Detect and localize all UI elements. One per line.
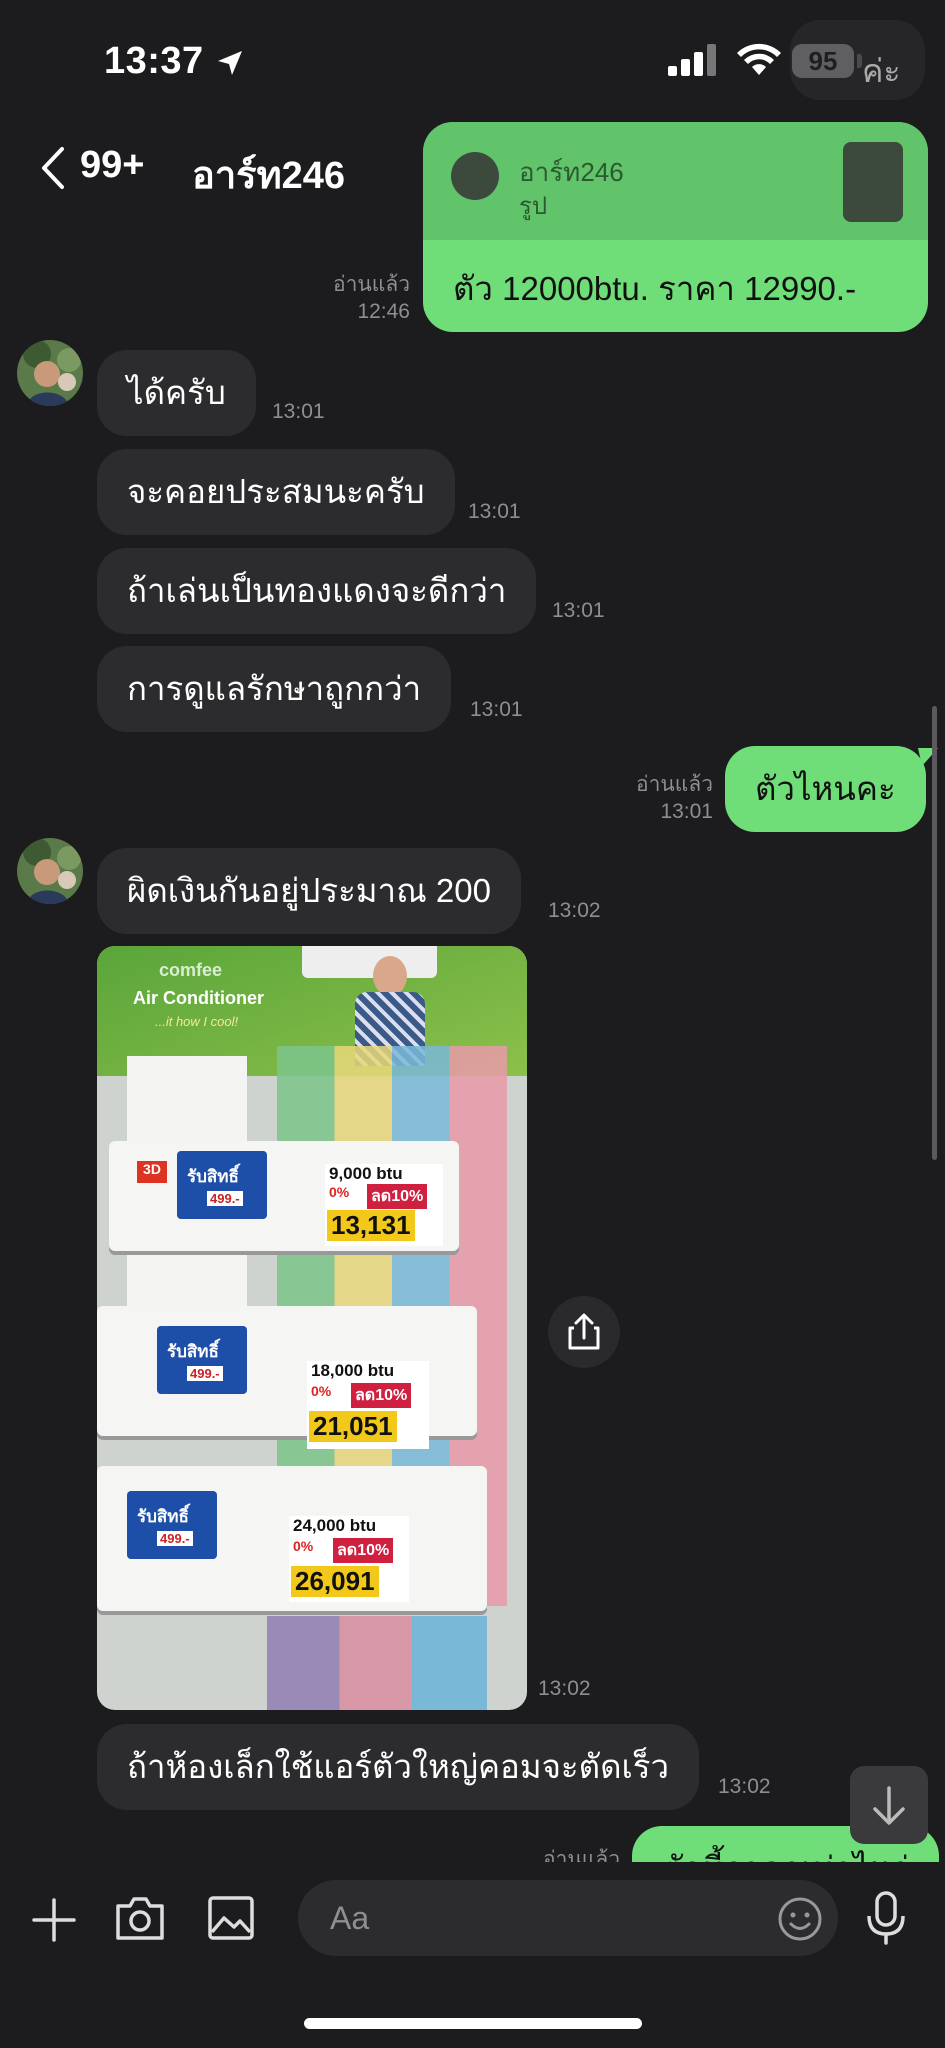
reply-preview-thumb bbox=[843, 142, 903, 222]
message-time: 13:01 bbox=[468, 500, 521, 523]
wifi-icon bbox=[737, 43, 781, 75]
message-time: 12:46 bbox=[357, 300, 410, 323]
message-bubble-me[interactable]: ตัวไหนคะ bbox=[725, 746, 926, 832]
read-status: อ่านแล้ว bbox=[333, 273, 410, 296]
message-time: 13:01 bbox=[470, 698, 523, 721]
promo-badge-3d: 3D bbox=[137, 1161, 167, 1183]
share-icon bbox=[568, 1313, 600, 1350]
promo-sticker-1: รับสิทธิ์ 499.- bbox=[177, 1151, 267, 1219]
message-time: 13:02 bbox=[718, 1775, 771, 1798]
reply-preview-avatar bbox=[451, 152, 499, 200]
message-time: 13:01 bbox=[552, 599, 605, 622]
message-bubble[interactable]: ได้ครับ bbox=[97, 350, 256, 436]
arrow-down-icon bbox=[873, 1786, 905, 1825]
floor-tiles bbox=[267, 1616, 487, 1710]
cellular-signal-icon bbox=[668, 44, 716, 76]
avatar[interactable] bbox=[17, 838, 83, 904]
scroll-to-bottom-button[interactable] bbox=[850, 1766, 928, 1844]
microphone-icon[interactable] bbox=[864, 1890, 908, 1946]
message-text: ตัว 12000btu. ราคา 12990.- bbox=[453, 270, 857, 307]
promo-sticker-2: รับสิทธิ์ 499.- bbox=[157, 1326, 247, 1394]
reply-preview-sub: รูป bbox=[519, 193, 548, 220]
plus-icon[interactable] bbox=[30, 1896, 78, 1944]
home-indicator[interactable] bbox=[304, 2018, 642, 2029]
message-time: 13:01 bbox=[660, 800, 713, 823]
price-tag: 9,000 btu 0% ลด10% 13,131 bbox=[325, 1164, 443, 1246]
message-input[interactable] bbox=[298, 1880, 838, 1956]
read-status: อ่านแล้ว bbox=[636, 773, 713, 796]
location-arrow-icon bbox=[218, 51, 242, 75]
message-bubble[interactable]: ผิดเงินกันอยู่ประมาณ 200 bbox=[97, 848, 521, 934]
message-time: 13:01 bbox=[272, 400, 325, 423]
message-input-placeholder: Aa bbox=[330, 1900, 370, 1936]
emoji-icon[interactable] bbox=[776, 1895, 824, 1943]
status-time: 13:37 bbox=[104, 40, 204, 82]
image-icon[interactable] bbox=[206, 1894, 256, 1942]
reply-bubble-me[interactable]: อาร์ท246 รูป ตัว 12000btu. ราคา 12990.- bbox=[423, 122, 928, 332]
message-time: 13:02 bbox=[548, 899, 601, 922]
message-bubble[interactable]: จะคอยประสมนะครับ bbox=[97, 449, 455, 535]
share-button[interactable] bbox=[548, 1296, 620, 1368]
message-time: 13:02 bbox=[538, 1677, 591, 1700]
price-tag: 24,000 btu 0% ลด10% 26,091 bbox=[289, 1516, 409, 1602]
avatar[interactable] bbox=[17, 340, 83, 406]
banner-brand: comfee bbox=[159, 960, 223, 980]
ghost-bubble-text: ค่ะ bbox=[862, 53, 901, 89]
banner-tagline: ...it how I cool! bbox=[155, 1014, 239, 1029]
message-bubble[interactable]: การดูแลรักษาถูกกว่า bbox=[97, 646, 452, 732]
banner-headline: Air Conditioner bbox=[133, 988, 264, 1008]
promo-sticker-3: รับสิทธิ์ 499.- bbox=[127, 1491, 217, 1559]
scrollbar[interactable] bbox=[932, 706, 937, 1160]
message-bubble[interactable]: ถ้าห้องเล็กใช้แอร์ตัวใหญ่คอมจะตัดเร็ว bbox=[97, 1724, 700, 1810]
ghost-bubble-top bbox=[790, 20, 925, 100]
message-bubble[interactable]: ถ้าเล่นเป็นทองแดงจะดีกว่า bbox=[97, 548, 537, 634]
price-tag: 18,000 btu 0% ลด10% 21,051 bbox=[307, 1361, 429, 1449]
photo-message[interactable]: comfee Air Conditioner ...it how I cool!… bbox=[97, 946, 527, 1710]
camera-icon[interactable] bbox=[114, 1894, 166, 1942]
